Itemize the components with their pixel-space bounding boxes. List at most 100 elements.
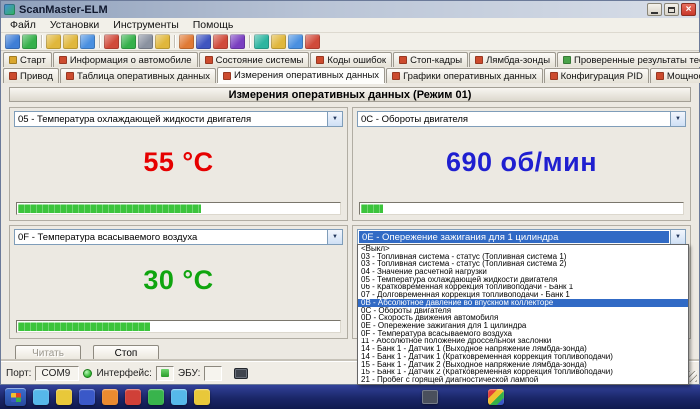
menu-item[interactable]: Помощь (186, 19, 241, 31)
taskbar-app-icon[interactable] (102, 389, 118, 405)
dropdown-item[interactable]: 06 - Кратковременная коррекция топливопо… (358, 284, 688, 292)
action-buttons: Читать Стоп (15, 345, 159, 362)
tab-lambda-sensors[interactable]: Лямбда-зонды (469, 52, 556, 67)
dropdown-item[interactable]: 0B - Абсолютное давление во впускном кол… (358, 299, 688, 307)
dropdown-item[interactable]: 0F - Температура всасываемого воздуха (358, 330, 688, 338)
toolbar-icon[interactable] (213, 34, 228, 49)
chevron-down-icon[interactable]: ▼ (670, 112, 685, 126)
toolbar-icon[interactable] (46, 34, 61, 49)
stop-button[interactable]: Стоп (93, 345, 159, 362)
taskbar-running-apps (422, 389, 504, 405)
start-button[interactable] (5, 388, 26, 406)
dropdown-item[interactable]: 0E - Опережение зажигания для 1 цилиндра (358, 322, 688, 330)
dropdown-item[interactable]: 0D - Скорость движения автомобиля (358, 314, 688, 322)
dropdown-item[interactable]: 21 - Пробег с горящей диагностической ла… (358, 376, 688, 384)
tab-vehicle-info[interactable]: Информация о автомобиле (53, 52, 198, 67)
toolbar-icon[interactable] (138, 34, 153, 49)
tab-icon (550, 72, 558, 80)
tab-freeze-frames[interactable]: Стоп-кадры (393, 52, 468, 67)
chevron-down-icon[interactable]: ▼ (327, 112, 342, 126)
toolbar-icon[interactable] (196, 34, 211, 49)
menu-bar: ФайлУстановкиИнструментыПомощь (1, 18, 699, 33)
taskbar-app-icon[interactable] (33, 389, 49, 405)
read-button[interactable]: Читать (15, 345, 81, 362)
toolbar-icon[interactable] (80, 34, 95, 49)
taskbar-app-icon[interactable] (194, 389, 210, 405)
dropdown-item[interactable]: 03 - Топливная система - статус (Топливн… (358, 260, 688, 268)
tab-live-data[interactable]: Измерения оперативных данных (217, 67, 385, 83)
maximize-icon (668, 7, 675, 13)
tab-label: Привод (20, 71, 53, 82)
toolbar-icon[interactable] (305, 34, 320, 49)
menu-item[interactable]: Файл (3, 19, 43, 31)
maximize-button[interactable] (664, 3, 679, 16)
tab-icon (316, 56, 324, 64)
dropdown-item[interactable]: 14 - Банк 1 - Датчик 1 (Выходное напряже… (358, 345, 688, 353)
dropdown-item[interactable]: 15 - Банк 1 - Датчик 2 (Кратковременная … (358, 369, 688, 377)
progress-fill (18, 322, 150, 331)
dropdown-item[interactable]: 0C - Обороты двигателя (358, 307, 688, 315)
tab-label: Графики оперативных данных (403, 71, 537, 82)
minimize-button[interactable] (647, 3, 662, 16)
tab-trouble-codes[interactable]: Коды ошибок (310, 52, 392, 67)
toolbar-icon[interactable] (121, 34, 136, 49)
gauge-panel-coolant-temp: 05 - Температура охлаждающей жидкости дв… (9, 107, 348, 221)
tab-drive[interactable]: Привод (3, 68, 59, 83)
dropdown-item[interactable]: 14 - Банк 1 - Датчик 1 (Кратковременная … (358, 353, 688, 361)
menu-item[interactable]: Установки (43, 19, 106, 31)
taskbar-app-icon[interactable] (148, 389, 164, 405)
toolbar-icon[interactable] (155, 34, 170, 49)
toolbar-icon[interactable] (63, 34, 78, 49)
pid-combobox-ignition-advance[interactable]: 0E - Опережение зажигания для 1 цилиндра… (357, 229, 686, 245)
toolbar-icon[interactable] (288, 34, 303, 49)
tab-start[interactable]: Старт (3, 52, 52, 67)
toolbar-icon[interactable] (230, 34, 245, 49)
taskbar-app-icon[interactable] (125, 389, 141, 405)
app-icon (4, 4, 15, 15)
tab-test-results[interactable]: Проверенные результаты теста (557, 52, 700, 67)
pid-combobox-engine-rpm[interactable]: 0C - Обороты двигателя ▼ (357, 111, 686, 127)
tab-icon (399, 56, 407, 64)
close-button[interactable]: × (681, 3, 696, 16)
dropdown-item[interactable]: 04 - Значение расчетной нагрузки (358, 268, 688, 276)
dropdown-item[interactable]: 03 - Топливная система - статус (Топливн… (358, 253, 688, 261)
connection-led-icon (83, 369, 92, 378)
tab-label: Мощность (667, 71, 700, 82)
tab-label: Старт (20, 55, 46, 66)
tab-pid-config[interactable]: Конфигурация PID (544, 68, 649, 83)
tab-data-graphs[interactable]: Графики оперативных данных (386, 68, 543, 83)
pid-combobox-intake-air-temp[interactable]: 0F - Температура всасываемого воздуха ▼ (14, 229, 343, 245)
toolbar-icon[interactable] (271, 34, 286, 49)
chevron-down-icon[interactable]: ▼ (327, 230, 342, 244)
chip-icon (234, 368, 248, 379)
tab-power[interactable]: Мощность (650, 68, 700, 83)
dropdown-item[interactable]: <Выкл> (358, 245, 688, 253)
toolbar-icon[interactable] (179, 34, 194, 49)
taskbar-app-icon[interactable] (171, 389, 187, 405)
tab-icon (223, 72, 231, 80)
taskbar-scanmaster-icon[interactable] (488, 389, 504, 405)
dropdown-item[interactable]: 11 - Абсолютное положение дроссельной за… (358, 338, 688, 346)
pid-combobox-coolant-temp[interactable]: 05 - Температура охлаждающей жидкости дв… (14, 111, 343, 127)
toolbar-icon[interactable] (5, 34, 20, 49)
chevron-down-icon[interactable]: ▼ (670, 230, 685, 244)
menu-item[interactable]: Инструменты (106, 19, 185, 31)
toolbar-icon[interactable] (254, 34, 269, 49)
tab-label: Измерения оперативных данных (234, 70, 379, 81)
dropdown-item[interactable]: 15 - Банк 1 - Датчик 2 (Выходное напряже… (358, 361, 688, 369)
toolbar-icon[interactable] (22, 34, 37, 49)
tab-icon (656, 72, 664, 80)
dropdown-item[interactable]: 05 - Температура охлаждающей жидкости дв… (358, 276, 688, 284)
dropdown-item[interactable]: 07 - Долговременная коррекция топливопод… (358, 291, 688, 299)
tab-data-table[interactable]: Таблица оперативных данных (60, 68, 216, 83)
ecu-indicator (204, 366, 222, 381)
taskbar-app-icon[interactable] (79, 389, 95, 405)
toolbar-icon[interactable] (104, 34, 119, 49)
toolbar-separator (249, 35, 250, 48)
taskbar-app-icon[interactable] (56, 389, 72, 405)
interface-label: Интерфейс: (96, 368, 151, 379)
tab-system-status[interactable]: Состояние системы (199, 52, 310, 67)
tab-label: Состояние системы (216, 55, 304, 66)
taskbar-chip-icon[interactable] (422, 390, 438, 404)
tab-label: Стоп-кадры (410, 55, 462, 66)
